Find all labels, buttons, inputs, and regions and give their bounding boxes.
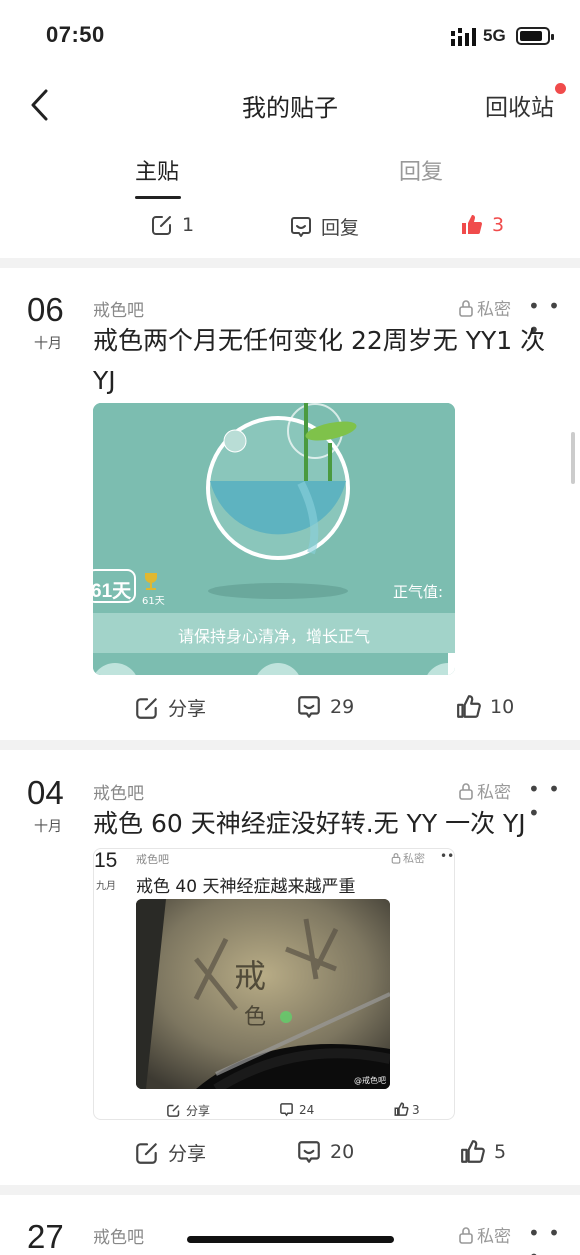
thumbs-up-icon [394, 1102, 409, 1116]
quoted-private-label: 私密 [403, 852, 425, 865]
post-image[interactable]: 61天 61天 正气值: 请保持身心清净，增长正气 [93, 403, 455, 675]
tab-replies[interactable]: 回复 [399, 154, 443, 186]
trophy-days: 61天 [142, 596, 165, 607]
quoted-forum: 戒色吧 [136, 853, 169, 866]
comment-icon [291, 216, 311, 237]
share-label: 分享 [168, 1143, 207, 1165]
share-icon [136, 697, 157, 719]
comment-icon [280, 1103, 293, 1117]
quoted-likes: 3 [394, 1102, 420, 1117]
share-button[interactable]: 分享 [134, 694, 206, 721]
edit-icon [152, 216, 171, 235]
quoted-actions: 分享 24 3 [94, 1102, 454, 1119]
battery-icon [516, 27, 554, 45]
likes-stat[interactable]: 3 [460, 213, 504, 237]
status-bar: 07:50 5G [0, 0, 580, 70]
quoted-share-label: 分享 [186, 1104, 211, 1118]
lock-icon [391, 853, 401, 864]
quoted-private-badge: 私密 [391, 850, 425, 866]
scrollbar[interactable] [571, 432, 575, 484]
tab-bar: 主贴 回复 [0, 150, 580, 202]
quoted-day: 15 [94, 849, 118, 872]
share-icon [167, 1104, 180, 1117]
status-time: 07:50 [46, 22, 105, 47]
post-count: 1 [182, 214, 195, 236]
lock-icon [459, 782, 473, 800]
windshield-text-se: 色 [244, 1005, 267, 1030]
comment-icon [298, 696, 320, 718]
comment-button[interactable]: 20 [296, 1139, 354, 1165]
comment-count: 29 [330, 696, 355, 718]
more-options-icon[interactable]: • • • [528, 1221, 580, 1255]
nav-bar: 我的贴子 回收站 [0, 70, 580, 136]
post-title[interactable]: 戒色两个月无任何变化 22周岁无 YY1 次 YJ [93, 321, 553, 401]
home-indicator[interactable] [187, 1236, 394, 1243]
thumbs-up-filled-icon [462, 215, 482, 234]
private-badge: 私密 [458, 295, 511, 320]
post-day: 06 [27, 291, 64, 328]
quoted-month: 九月 [96, 881, 116, 892]
signal-icon [451, 28, 476, 46]
thumbs-up-icon [461, 1140, 485, 1163]
zhengqi-label: 正气值: [393, 583, 444, 601]
recycle-bin-button[interactable]: 回收站 [485, 88, 554, 122]
reply-stat[interactable]: 回复 [289, 213, 359, 240]
quoted-post-card[interactable]: 15 九月 戒色吧 私密 •• 戒色 40 天神经症越来越严重 戒 色 @戒色吧… [93, 848, 455, 1120]
image-banner-text: 请保持身心清净，增长正气 [177, 627, 370, 646]
post-title[interactable]: 戒色 60 天神经症没好转.无 YY 一次 YJ [93, 804, 553, 844]
tab-active-indicator [135, 196, 181, 199]
private-label: 私密 [477, 1227, 511, 1247]
post-actions: 分享 20 5 [0, 1139, 580, 1173]
post-day: 04 [27, 774, 64, 811]
private-badge: 私密 [458, 778, 511, 803]
like-button[interactable]: 10 [456, 694, 514, 720]
forum-name[interactable]: 戒色吧 [93, 296, 144, 321]
comment-icon [298, 1141, 320, 1163]
private-label: 私密 [477, 783, 511, 803]
post-count-stat[interactable]: 1 [150, 213, 194, 237]
thumbs-up-icon [457, 695, 481, 718]
share-label: 分享 [168, 698, 207, 720]
quoted-title: 戒色 40 天神经症越来越严重 [136, 877, 356, 897]
like-count: 10 [490, 696, 515, 718]
lock-icon [459, 1226, 473, 1244]
notification-dot [555, 83, 566, 94]
quoted-comments: 24 [279, 1102, 314, 1117]
comment-count: 20 [330, 1141, 355, 1163]
private-label: 私密 [477, 300, 511, 320]
section-divider [0, 258, 580, 268]
stats-row: 1 回复 3 [0, 210, 580, 246]
quoted-more-icon: •• [440, 849, 455, 863]
forum-name[interactable]: 戒色吧 [93, 779, 144, 804]
windshield-text-jie: 戒 [234, 957, 267, 995]
quoted-like-count: 3 [412, 1102, 420, 1117]
share-button[interactable]: 分享 [134, 1139, 206, 1166]
lock-icon [459, 299, 473, 317]
section-divider [0, 740, 580, 750]
likes-count: 3 [492, 214, 505, 236]
quoted-image: 戒 色 @戒色吧 [136, 899, 390, 1089]
image-watermark: @戒色吧 [354, 1076, 386, 1085]
quoted-comment-count: 24 [299, 1102, 315, 1117]
post-month: 十月 [34, 336, 62, 352]
like-count: 5 [494, 1141, 507, 1163]
section-divider [0, 1185, 580, 1195]
tab-main-posts[interactable]: 主贴 [135, 154, 179, 186]
days-badge: 61天 [93, 581, 132, 602]
quoted-share: 分享 [166, 1102, 210, 1119]
private-badge: 私密 [458, 1222, 511, 1247]
forum-name[interactable]: 戒色吧 [93, 1223, 144, 1248]
post-month: 十月 [34, 819, 62, 835]
post-actions: 分享 29 10 [0, 694, 580, 728]
reply-label: 回复 [321, 217, 360, 239]
network-type: 5G [483, 26, 506, 45]
like-button[interactable]: 5 [460, 1139, 506, 1165]
post-day: 27 [27, 1218, 64, 1255]
comment-button[interactable]: 29 [296, 694, 354, 720]
share-icon [136, 1142, 157, 1164]
